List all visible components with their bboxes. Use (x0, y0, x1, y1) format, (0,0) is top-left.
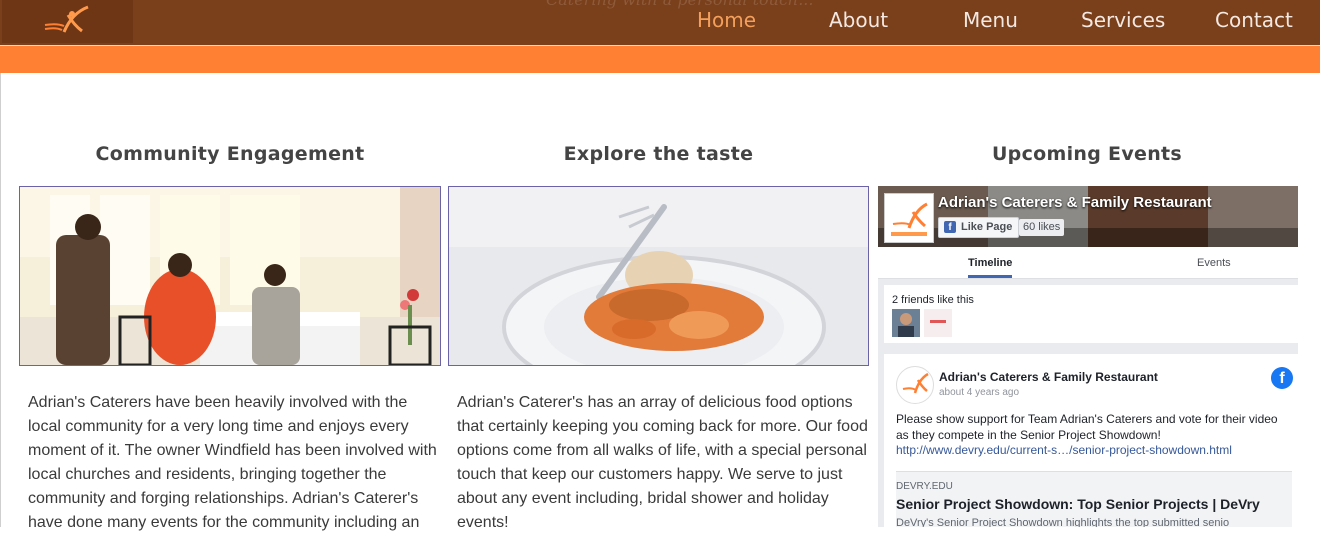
active-tab-indicator (968, 275, 1012, 278)
nav-contact[interactable]: Contact (1215, 8, 1293, 32)
link-description: DeVry's Senior Project Showdown highligh… (896, 517, 1230, 527)
tab-timeline[interactable]: Timeline (968, 257, 1012, 269)
friend-avatars[interactable] (892, 309, 956, 339)
facebook-tabs: Timeline Events (878, 247, 1298, 279)
nav-services[interactable]: Services (1081, 8, 1165, 32)
post-author-avatar[interactable] (896, 366, 934, 404)
community-engagement-heading: Community Engagement (95, 143, 365, 165)
like-page-button[interactable]: f Like Page (938, 217, 1020, 238)
logo-icon (44, 5, 89, 33)
likes-count: 60 likes (1019, 219, 1065, 236)
nav-menu[interactable]: Menu (963, 8, 1018, 32)
community-photo (19, 186, 441, 366)
top-navbar: Catering with a personal touch... Home A… (0, 0, 1320, 45)
facebook-cover-photo[interactable]: Adrian's Caterers & Family Restaurant f … (878, 186, 1298, 247)
explore-taste-heading: Explore the taste (563, 143, 754, 165)
like-page-label: Like Page (961, 221, 1013, 233)
nav-home[interactable]: Home (697, 8, 756, 32)
friends-like-text: 2 friends like this (892, 294, 974, 306)
upcoming-events-heading: Upcoming Events (991, 143, 1183, 165)
food-photo (448, 186, 869, 366)
link-domain: DEVRY.EDU (896, 481, 953, 492)
taste-text: Adrian's Caterer's has an array of delic… (457, 394, 868, 531)
facebook-f-icon: f (944, 221, 956, 233)
friends-like-box: 2 friends like this (884, 285, 1298, 343)
post-link[interactable]: http://www.devry.edu/current-s…/senior-p… (896, 443, 1232, 457)
tab-events[interactable]: Events (1197, 257, 1231, 269)
site-tagline: Catering with a personal touch... (546, 0, 813, 9)
accent-bar (0, 46, 1320, 73)
nav-about[interactable]: About (829, 8, 888, 32)
post-message: Please show support for Team Adrian's Ca… (896, 412, 1278, 442)
facebook-page-widget: Adrian's Caterers & Family Restaurant f … (878, 186, 1298, 527)
link-title: Senior Project Showdown: Top Senior Proj… (896, 496, 1260, 512)
facebook-page-avatar[interactable] (884, 193, 934, 243)
facebook-page-name[interactable]: Adrian's Caterers & Family Restaurant (938, 194, 1212, 211)
post-timestamp[interactable]: about 4 years ago (939, 387, 1019, 398)
post-author-name[interactable]: Adrian's Caterers & Family Restaurant (939, 370, 1158, 384)
community-text: Adrian's Caterers have been heavily invo… (28, 394, 437, 531)
logo[interactable] (2, 0, 133, 43)
facebook-post: Adrian's Caterers & Family Restaurant ab… (884, 354, 1298, 527)
page-border (0, 73, 1, 527)
link-preview-card[interactable]: DEVRY.EDU Senior Project Showdown: Top S… (896, 472, 1292, 527)
facebook-logo-icon[interactable]: f (1271, 367, 1293, 389)
